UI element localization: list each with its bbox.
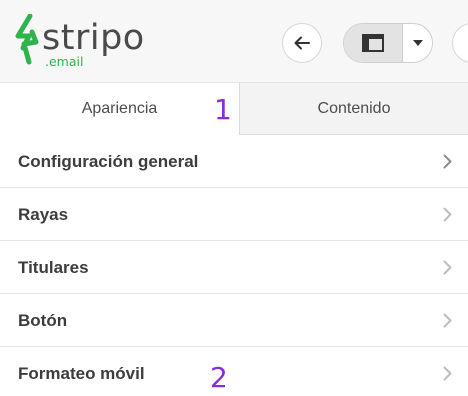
- list-item-headings[interactable]: Titulares: [0, 241, 468, 294]
- list-item-label: Configuración general: [18, 152, 199, 171]
- list-item-button[interactable]: Botón: [0, 294, 468, 347]
- stripo-editor-panel: stripo .email Apariencia Contenido Confi…: [0, 0, 468, 396]
- tab-appearance[interactable]: Apariencia: [0, 83, 239, 135]
- stripo-s-mark-icon: [15, 14, 39, 65]
- view-mode-button-group: [343, 23, 433, 63]
- annotation-number-2: 2: [210, 361, 228, 394]
- arrow-left-icon: [294, 36, 310, 50]
- stripo-logo[interactable]: stripo .email: [14, 14, 154, 70]
- chevron-right-icon: [443, 366, 452, 381]
- view-mode-dropdown-button[interactable]: [402, 24, 432, 62]
- list-item-general-settings[interactable]: Configuración general: [0, 135, 468, 188]
- annotation-number-1: 1: [214, 93, 232, 126]
- tab-content[interactable]: Contenido: [239, 83, 468, 135]
- chevron-right-icon: [443, 207, 452, 222]
- chevron-right-icon: [443, 260, 452, 275]
- logo-wordmark: stripo: [42, 18, 145, 58]
- appearance-settings-list: Configuración general Rayas Titulares Bo…: [0, 135, 468, 396]
- tab-appearance-label: Apariencia: [81, 100, 158, 117]
- layout-panel-icon: [362, 34, 384, 52]
- list-item-mobile-formatting[interactable]: Formateo móvil: [0, 347, 468, 396]
- list-item-label: Botón: [18, 311, 68, 330]
- more-button[interactable]: [452, 23, 468, 63]
- panel-tabs: Apariencia Contenido: [0, 83, 468, 135]
- top-bar: stripo .email: [0, 0, 468, 83]
- logo-domain: .email: [45, 54, 84, 69]
- caret-down-icon: [413, 40, 423, 46]
- layout-view-button[interactable]: [344, 24, 402, 62]
- chevron-right-icon: [443, 313, 452, 328]
- list-item-stripes[interactable]: Rayas: [0, 188, 468, 241]
- list-item-label: Formateo móvil: [18, 364, 145, 383]
- tab-content-label: Contenido: [317, 99, 391, 117]
- back-button[interactable]: [282, 23, 322, 63]
- chevron-right-icon: [443, 154, 452, 169]
- list-item-label: Titulares: [18, 258, 89, 277]
- list-item-label: Rayas: [18, 205, 69, 224]
